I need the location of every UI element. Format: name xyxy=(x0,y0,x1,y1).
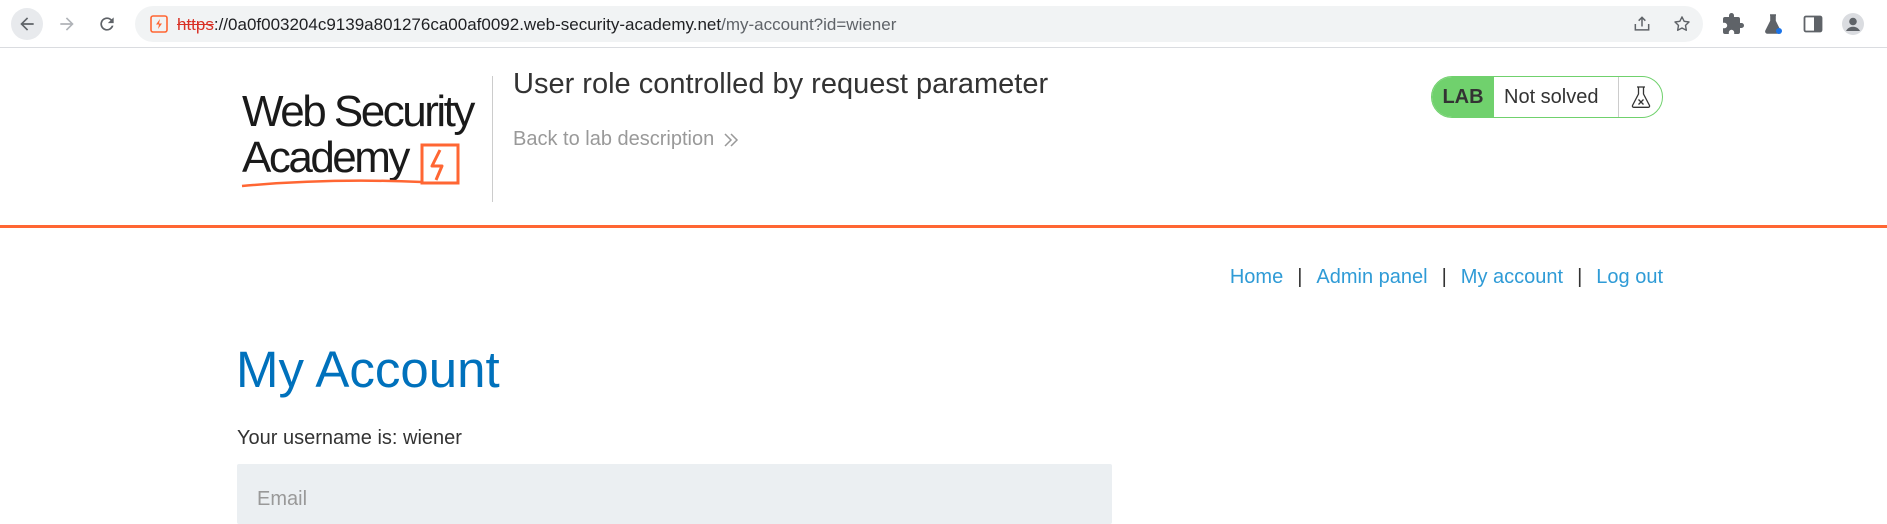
logo-divider xyxy=(492,76,493,202)
back-link-label: Back to lab description xyxy=(513,128,715,150)
nav-separator: | xyxy=(1297,266,1303,288)
url-scheme: https xyxy=(177,15,214,34)
url-text[interactable]: https://0a0f003204c9139a801276ca00af0092… xyxy=(177,15,896,35)
nav-link-my-account[interactable]: My account xyxy=(1461,266,1563,289)
back-to-lab-description-link[interactable]: Back to lab description xyxy=(513,128,740,151)
browser-toolbar: https://0a0f003204c9139a801276ca00af0092… xyxy=(0,0,1887,48)
lab-header: Web Security Academy User role controlle… xyxy=(0,48,1887,228)
site-favicon-icon xyxy=(150,15,168,33)
back-button[interactable] xyxy=(11,8,43,40)
lab-title: User role controlled by request paramete… xyxy=(513,68,1049,100)
side-panel-icon[interactable] xyxy=(1801,12,1825,36)
web-security-academy-logo[interactable]: Web Security Academy xyxy=(240,74,490,216)
nav-separator: | xyxy=(1441,266,1447,288)
bookmark-star-icon[interactable] xyxy=(1672,14,1692,34)
url-host: ://0a0f003204c9139a801276ca00af0092.web-… xyxy=(213,15,722,34)
reload-button[interactable] xyxy=(91,8,123,40)
nav-separator: | xyxy=(1577,266,1583,288)
nav-link-log-out[interactable]: Log out xyxy=(1596,266,1663,289)
share-icon[interactable] xyxy=(1632,14,1652,34)
flask-icon xyxy=(1631,86,1650,108)
nav-link-home[interactable]: Home xyxy=(1230,266,1283,289)
logo-text-line2: Academy xyxy=(242,133,410,182)
arrow-left-icon xyxy=(20,17,34,31)
email-field[interactable]: Email xyxy=(237,464,1112,524)
forward-button[interactable] xyxy=(51,8,83,40)
lab-status-flask xyxy=(1619,77,1662,117)
logo-text-line1: Web Security xyxy=(242,87,475,136)
page-title: My Account xyxy=(236,341,500,398)
reload-icon xyxy=(100,17,114,31)
lab-status-text: Not solved xyxy=(1494,77,1619,117)
lab-status-label: LAB xyxy=(1432,77,1494,117)
username-text: Your username is: wiener xyxy=(237,427,462,449)
email-placeholder: Email xyxy=(257,488,308,510)
top-navigation: Home | Admin panel | My account | Log ou… xyxy=(1230,266,1663,289)
nav-link-admin-panel[interactable]: Admin panel xyxy=(1316,266,1427,289)
extensions-puzzle-icon[interactable] xyxy=(1721,12,1745,36)
double-chevron-right-icon xyxy=(724,132,739,147)
lab-flask-extension-icon[interactable] xyxy=(1761,12,1785,36)
arrow-right-icon xyxy=(60,17,74,31)
profile-avatar-icon[interactable] xyxy=(1841,12,1865,36)
url-path: /my-account?id=wiener xyxy=(721,15,897,34)
address-bar[interactable]: https://0a0f003204c9139a801276ca00af0092… xyxy=(135,6,1703,42)
lab-status-widget: LAB Not solved xyxy=(1431,76,1663,118)
